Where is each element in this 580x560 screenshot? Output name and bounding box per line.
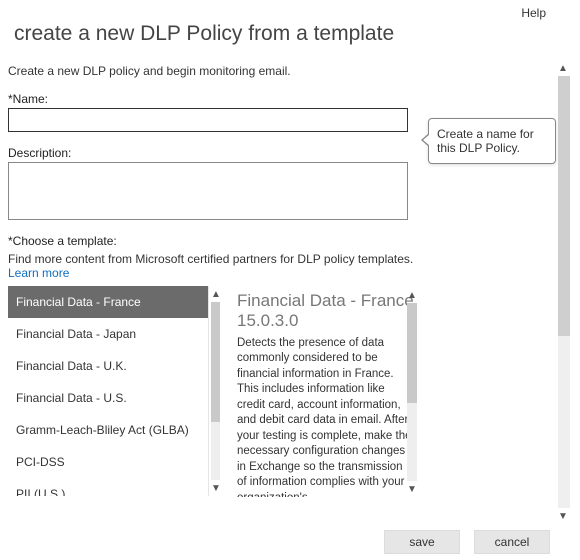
scroll-thumb[interactable] xyxy=(407,303,417,403)
learn-more-link[interactable]: Learn more xyxy=(0,266,580,286)
scroll-thumb[interactable] xyxy=(211,302,220,422)
page-title: create a new DLP Policy from a template xyxy=(0,0,580,46)
scroll-down-icon[interactable]: ▼ xyxy=(209,480,223,496)
template-item[interactable]: Gramm-Leach-Bliley Act (GLBA) xyxy=(8,414,222,446)
template-detail-text: Detects the presence of data commonly co… xyxy=(237,332,415,497)
template-list-scrollbar[interactable]: ▲ ▼ xyxy=(208,286,222,496)
template-item[interactable]: Financial Data - Japan xyxy=(8,318,222,350)
cancel-button[interactable]: cancel xyxy=(474,530,550,554)
scroll-down-icon[interactable]: ▼ xyxy=(405,481,419,497)
template-item[interactable]: Financial Data - France xyxy=(8,286,222,318)
callout-text: Create a name for this DLP Policy. xyxy=(437,127,534,155)
page-scrollbar[interactable]: ▲ ▼ xyxy=(556,60,572,524)
template-label: *Choose a template: xyxy=(0,220,580,250)
template-detail-panel: Financial Data - France 15.0.3.0 Detects… xyxy=(230,286,420,496)
page-subtitle: Create a new DLP policy and begin monito… xyxy=(0,46,580,78)
template-list[interactable]: Financial Data - FranceFinancial Data - … xyxy=(8,286,222,496)
template-item[interactable]: PII (U.S.) xyxy=(8,478,222,496)
name-input[interactable] xyxy=(8,108,408,132)
template-detail-title: Financial Data - France 15.0.3.0 xyxy=(237,291,415,332)
description-input[interactable] xyxy=(8,162,408,220)
template-detail-scrollbar[interactable]: ▲ ▼ xyxy=(405,287,419,497)
scroll-up-icon[interactable]: ▲ xyxy=(556,60,570,76)
scroll-thumb[interactable] xyxy=(558,76,570,336)
help-link[interactable]: Help xyxy=(521,6,546,20)
name-label: *Name: xyxy=(0,78,580,108)
name-help-callout: Create a name for this DLP Policy. xyxy=(428,118,556,164)
scroll-up-icon[interactable]: ▲ xyxy=(405,287,419,303)
scroll-up-icon[interactable]: ▲ xyxy=(209,286,223,302)
scroll-down-icon[interactable]: ▼ xyxy=(556,508,570,524)
template-item[interactable]: Financial Data - U.S. xyxy=(8,382,222,414)
save-button[interactable]: save xyxy=(384,530,460,554)
template-item[interactable]: PCI-DSS xyxy=(8,446,222,478)
template-note: Find more content from Microsoft certifi… xyxy=(0,250,580,266)
template-item[interactable]: Financial Data - U.K. xyxy=(8,350,222,382)
